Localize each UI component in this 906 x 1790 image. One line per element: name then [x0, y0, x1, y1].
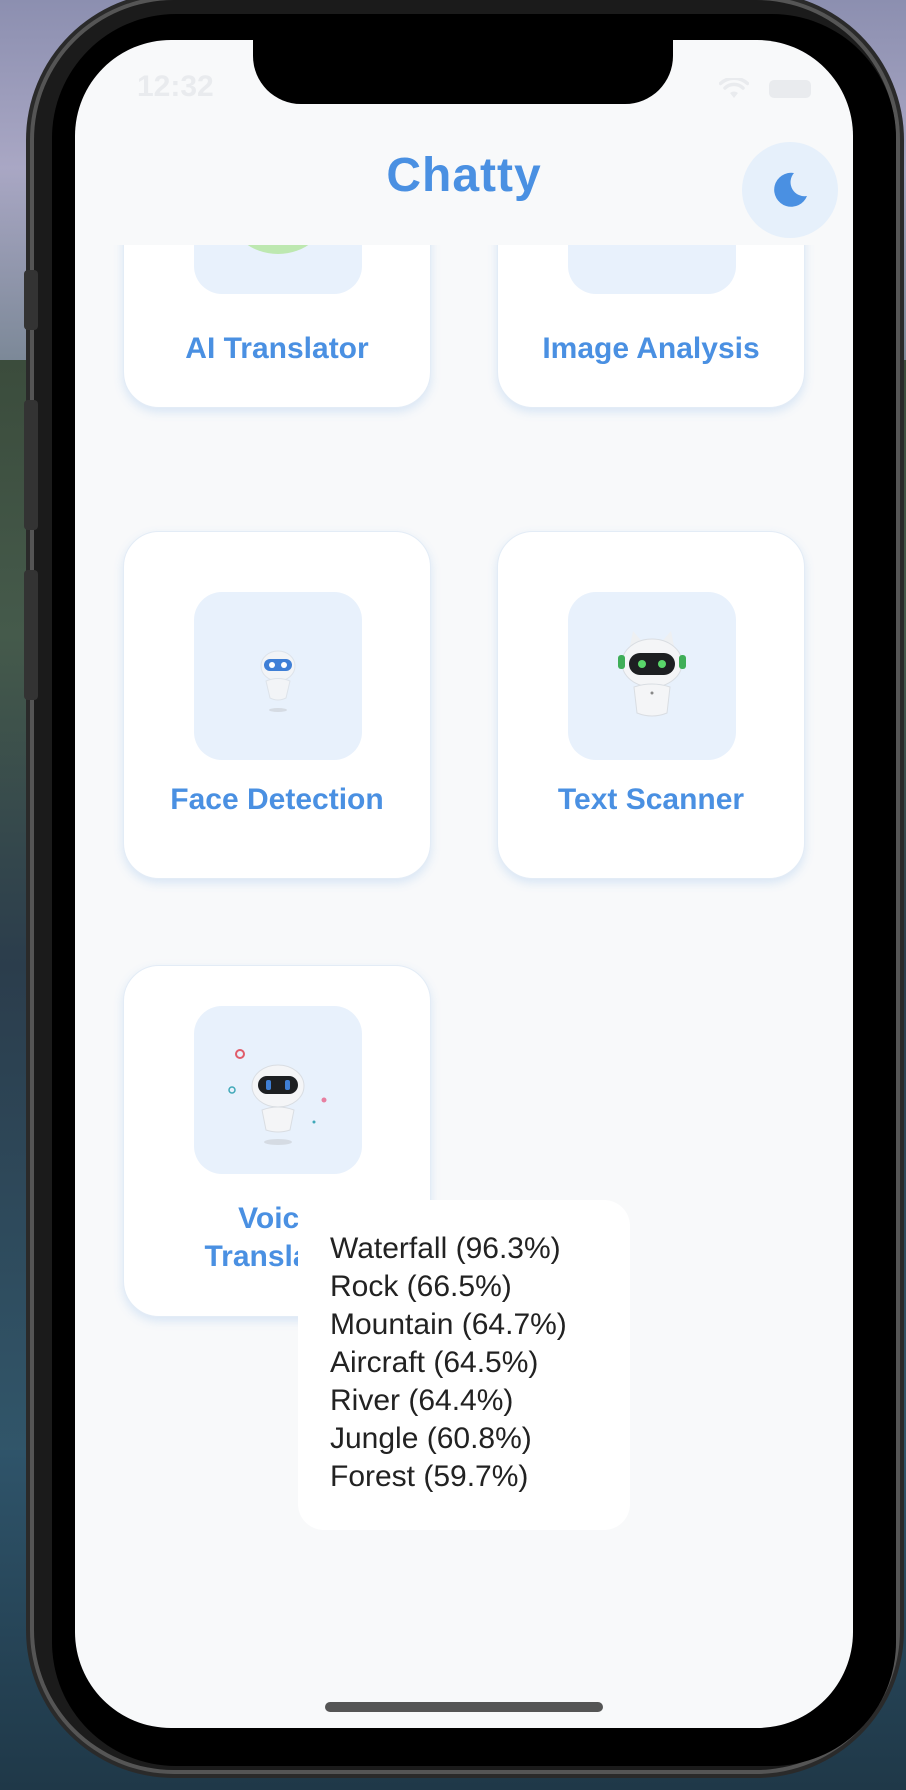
- result-item: Aircraft (64.5%): [330, 1346, 539, 1379]
- result-item: Rock (66.5%): [330, 1270, 512, 1303]
- card-text-scanner[interactable]: Text Scanner: [497, 531, 805, 879]
- card-ai-translator[interactable]: AI Translator: [123, 245, 431, 408]
- result-item: Jungle (60.8%): [330, 1422, 532, 1455]
- analysis-results-popup: Waterfall (96.3%) Rock (66.5%) Mountain …: [298, 1200, 630, 1530]
- app-screen: 12:32 Chatty AI Translator Image Analysi…: [75, 40, 853, 1728]
- result-item: Forest (59.7%): [330, 1460, 529, 1493]
- image-analysis-icon: [568, 245, 736, 294]
- phone-notch: [253, 40, 673, 104]
- phone-side-button: [24, 270, 38, 330]
- moon-icon: [774, 172, 807, 207]
- result-item: Waterfall (96.3%): [330, 1232, 561, 1265]
- result-item: River (64.4%): [330, 1384, 514, 1417]
- card-face-detection[interactable]: Face Detection: [123, 531, 431, 879]
- card-label: Face Detection: [170, 783, 384, 816]
- wifi-icon: [719, 78, 749, 100]
- card-label: Image Analysis: [542, 332, 760, 365]
- card-image-analysis[interactable]: Image Analysis: [497, 245, 805, 408]
- translator-globe-icon: [194, 245, 362, 294]
- voice-robot-icon: [194, 1006, 362, 1174]
- result-item: Mountain (64.7%): [330, 1308, 567, 1341]
- card-label: Text Scanner: [557, 783, 745, 816]
- battery-icon: [769, 80, 811, 98]
- phone-volume-down: [24, 570, 38, 700]
- home-indicator[interactable]: [325, 1702, 603, 1712]
- app-title: Chatty: [386, 149, 542, 202]
- status-time: 12:32: [137, 70, 214, 103]
- face-robot-icon: [194, 592, 362, 760]
- cat-robot-icon: [568, 592, 736, 760]
- card-label: AI Translator: [185, 332, 369, 365]
- status-icons: [719, 78, 811, 100]
- phone-volume-up: [24, 400, 38, 530]
- theme-toggle-button[interactable]: [742, 142, 838, 238]
